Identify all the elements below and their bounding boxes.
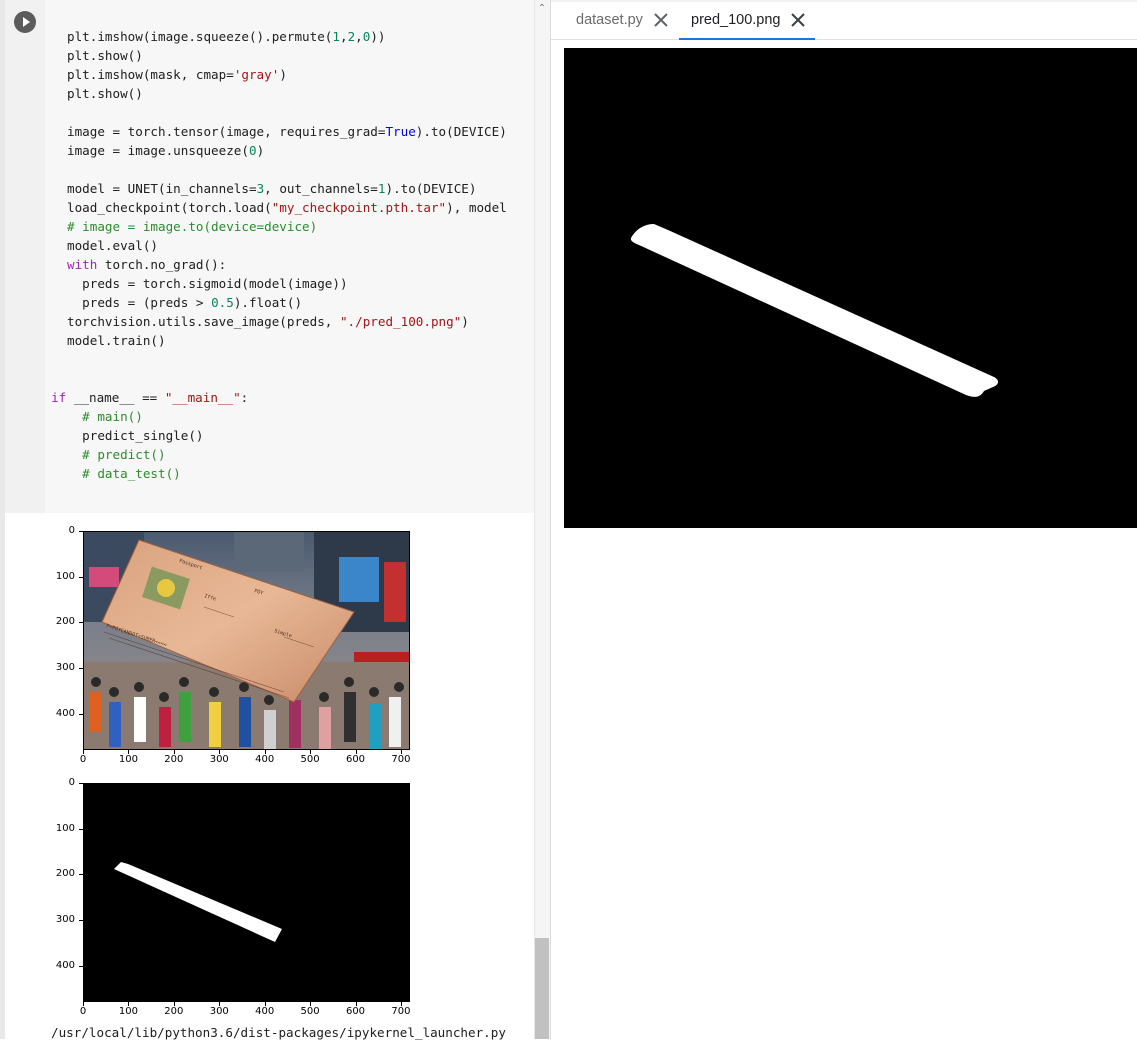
code-line: # data_test() (67, 466, 181, 481)
stderr-output: /usr/local/lib/python3.6/dist-packages/i… (51, 1025, 506, 1040)
x-tick-label: 400 (255, 754, 275, 765)
pred-100-image (564, 48, 1137, 528)
x-tick-label: 700 (391, 754, 411, 765)
y-tick-label: 100 (55, 822, 75, 834)
x-tick-mark (219, 1002, 221, 1006)
y-tick-label: 400 (55, 959, 75, 971)
x-tick-label: 0 (79, 754, 87, 765)
x-tick-mark (400, 1002, 402, 1006)
code-line: # image = image.to(device=device) (67, 219, 318, 234)
code-line: predict_single() (67, 428, 204, 443)
tab-pred-100-png[interactable]: pred_100.png (679, 2, 815, 40)
code-line: torchvision.utils.save_image(preds, "./p… (67, 314, 469, 329)
scroll-up-arrow-icon[interactable]: ⌃ (537, 4, 547, 14)
code-line: model.train() (67, 333, 166, 348)
y-tick-label: 0 (68, 525, 75, 536)
mask-stripe (114, 862, 282, 942)
x-tick-label: 500 (300, 1006, 320, 1017)
code-line: model = UNET(in_channels=3, out_channels… (67, 181, 477, 196)
code-line: load_checkpoint(torch.load("my_checkpoin… (67, 200, 507, 215)
x-tick-mark (310, 1002, 312, 1006)
viewer-tab-bar: dataset.py pred_100.png (551, 0, 1137, 40)
code-line: plt.show() (67, 86, 143, 101)
plot2-mask-image (83, 783, 410, 1002)
code-line: # main() (67, 409, 143, 424)
y-tick-label: 0 (68, 777, 75, 788)
x-tick-mark (355, 1002, 357, 1006)
tab-label: pred_100.png (691, 12, 781, 28)
street-photo-with-card: Passport POY P<POYCANDOT<SUBER<<<< Iffe … (84, 532, 409, 749)
x-tick-label: 200 (164, 754, 184, 765)
code-line: plt.imshow(mask, cmap='gray') (67, 67, 287, 82)
code-line: plt.show() (67, 48, 143, 63)
x-tick-label: 100 (118, 1006, 138, 1017)
x-tick-mark (83, 1002, 84, 1006)
code-line: preds = (preds > 0.5).float() (67, 295, 303, 310)
x-tick-label: 700 (391, 1006, 411, 1017)
x-tick-mark (83, 750, 84, 754)
plot1-image: Passport POY P<POYCANDOT<SUBER<<<< Iffe … (83, 531, 410, 750)
y-tick-label: 200 (55, 616, 75, 628)
run-cell-button[interactable] (14, 11, 36, 33)
pred-mask-svg (630, 224, 999, 397)
x-tick-mark (219, 750, 221, 754)
code-editor[interactable]: plt.imshow(image.squeeze().permute(1,2,0… (45, 0, 534, 513)
tab-dataset-py[interactable]: dataset.py (551, 2, 677, 40)
y-tick-label: 400 (55, 707, 75, 719)
code-line: model.eval() (67, 238, 158, 253)
code-line: image = torch.tensor(image, requires_gra… (67, 124, 507, 139)
x-tick-label: 300 (209, 754, 229, 765)
x-tick-mark (128, 750, 130, 754)
y-tick-label: 300 (55, 661, 75, 673)
x-tick-label: 400 (255, 1006, 275, 1017)
x-tick-label: 100 (118, 754, 138, 765)
x-tick-mark (128, 1002, 130, 1006)
notebook-pane: plt.imshow(image.squeeze().permute(1,2,0… (0, 0, 551, 1040)
code-line: with torch.no_grad(): (67, 257, 227, 272)
x-tick-label: 500 (300, 754, 320, 765)
x-tick-mark (264, 750, 266, 754)
x-tick-mark (264, 1002, 266, 1006)
image-viewer (551, 40, 1137, 1039)
close-icon[interactable] (789, 11, 807, 29)
close-icon[interactable] (652, 11, 670, 29)
x-tick-label: 600 (345, 1006, 366, 1017)
scrollbar-thumb[interactable] (535, 938, 549, 1039)
x-tick-mark (173, 1002, 175, 1006)
code-line: image = image.unsqueeze(0) (67, 143, 265, 158)
code-line: plt.imshow(image.squeeze().permute(1,2,0… (67, 29, 386, 44)
x-tick-label: 0 (79, 1006, 87, 1017)
y-tick-label: 200 (55, 868, 75, 880)
predicted-stripe (630, 224, 999, 397)
code-gutter (5, 0, 45, 513)
x-tick-label: 600 (345, 754, 366, 765)
x-tick-label: 200 (164, 1006, 184, 1017)
code-cell[interactable]: plt.imshow(image.squeeze().permute(1,2,0… (5, 0, 534, 513)
x-tick-mark (400, 750, 402, 754)
mask-svg (114, 862, 282, 942)
notebook-scrollbar[interactable] (534, 0, 551, 1039)
y-tick-label: 100 (55, 570, 75, 582)
x-tick-label: 300 (209, 1006, 229, 1017)
x-tick-mark (173, 750, 175, 754)
x-tick-mark (355, 750, 357, 754)
y-tick-label: 300 (55, 913, 75, 925)
tab-label: dataset.py (576, 12, 643, 28)
x-tick-mark (310, 750, 312, 754)
code-line: if __name__ == "__main__": (51, 390, 249, 405)
code-line: preds = torch.sigmoid(model(image)) (67, 276, 348, 291)
code-line: # predict() (67, 447, 166, 462)
